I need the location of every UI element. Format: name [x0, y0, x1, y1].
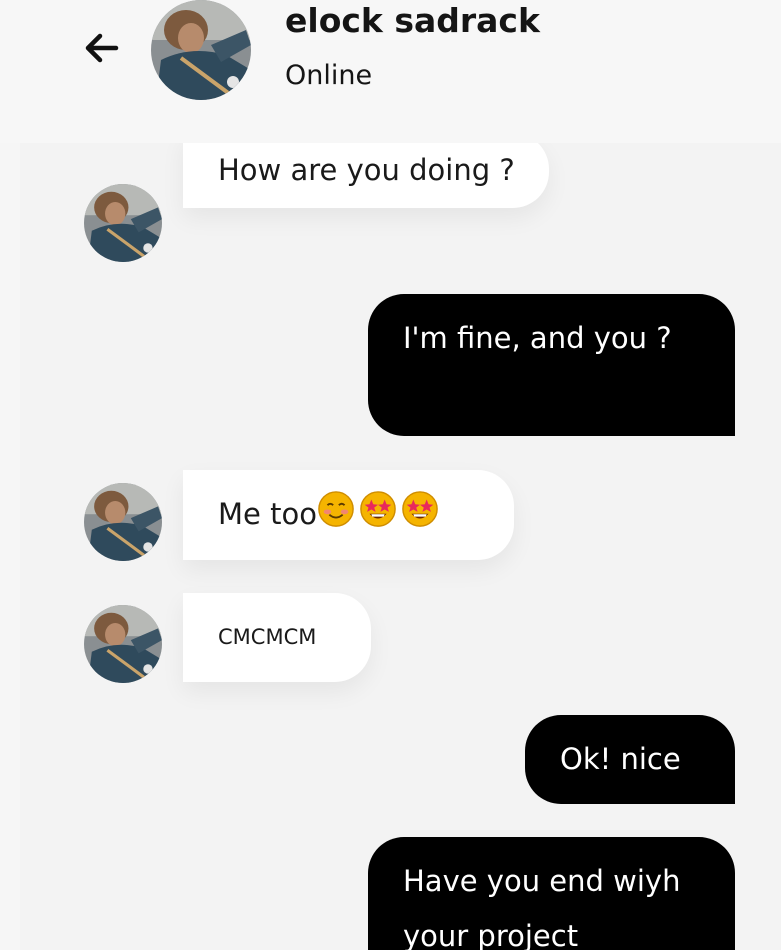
star-struck-emoji: [360, 491, 396, 527]
back-button[interactable]: [80, 28, 124, 68]
incoming-message-bubble[interactable]: Me too: [183, 470, 514, 560]
smiling-blush-emoji: [318, 491, 354, 527]
contact-status: Online: [285, 60, 373, 91]
chat-header: elock sadrack Online: [0, 0, 781, 143]
message-list[interactable]: How are you doing ? I'm fine, and you ? …: [20, 143, 781, 950]
sender-avatar: [84, 483, 162, 561]
sender-avatar: [84, 605, 162, 683]
contact-avatar[interactable]: [151, 0, 251, 100]
arrow-left-icon: [85, 33, 119, 63]
message-text: Have you end wiyh your project: [403, 864, 681, 950]
message-text: Me too: [218, 497, 317, 531]
sender-avatar: [84, 184, 162, 262]
incoming-message-bubble[interactable]: CMCMCM: [183, 593, 371, 682]
message-text: Ok! nice: [560, 742, 681, 776]
message-text: I'm fine, and you ?: [403, 321, 672, 355]
outgoing-message-bubble[interactable]: Have you end wiyh your project: [368, 837, 735, 950]
outgoing-message-bubble[interactable]: I'm fine, and you ?: [368, 294, 735, 436]
star-struck-emoji: [402, 491, 438, 527]
message-text: How are you doing ?: [218, 153, 515, 187]
contact-name: elock sadrack: [285, 1, 540, 40]
incoming-message-bubble[interactable]: How are you doing ?: [183, 143, 549, 208]
message-text: CMCMCM: [218, 625, 317, 649]
outgoing-message-bubble[interactable]: Ok! nice: [525, 715, 735, 804]
